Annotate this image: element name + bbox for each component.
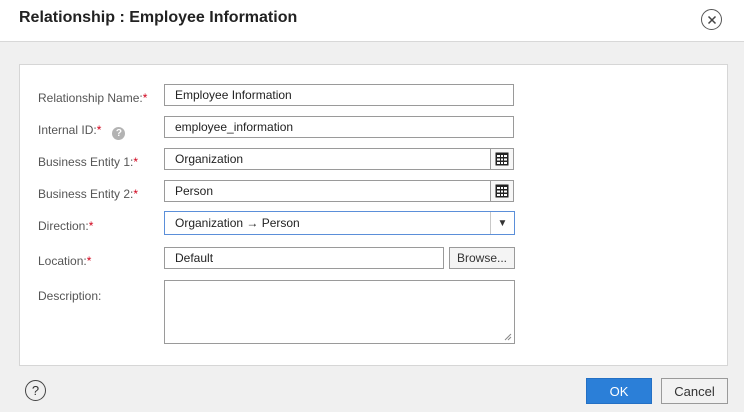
direction-select[interactable]: Organization → Person ▼ [164,211,515,235]
required-marker: * [96,123,102,137]
browse-button[interactable]: Browse... [449,247,515,269]
close-icon [707,15,716,24]
required-marker: * [133,187,139,201]
required-marker: * [142,91,148,105]
direction-selected-value: Organization → Person [175,216,300,230]
internal-id-label: Internal ID:*? [38,123,126,140]
relationship-name-input[interactable]: Employee Information [164,84,514,106]
direction-label: Direction:* [38,219,94,233]
business-entity-1-input[interactable]: Organization [164,148,491,170]
dialog-header: Relationship : Employee Information [0,0,744,42]
relationship-name-label: Relationship Name:* [38,91,148,105]
help-button[interactable]: ? [25,380,46,401]
required-marker: * [88,219,94,233]
dialog-title: Relationship : Employee Information [19,9,298,26]
internal-id-input[interactable]: employee_information [164,116,514,138]
business-entity-2-label: Business Entity 2:* [38,187,139,201]
description-label: Description: [38,289,102,303]
ok-button[interactable]: OK [586,378,652,404]
business-entity-1-lookup-button[interactable] [490,148,514,170]
location-label: Location:* [38,254,92,268]
close-button[interactable] [701,9,722,30]
business-entity-2-lookup-button[interactable] [490,180,514,202]
lookup-grid-icon [495,152,509,166]
cancel-button[interactable]: Cancel [661,378,728,404]
business-entity-1-label: Business Entity 1:* [38,155,139,169]
lookup-grid-icon [495,184,509,198]
required-marker: * [133,155,139,169]
description-textarea[interactable] [164,280,515,344]
resize-grip-icon[interactable] [504,333,512,341]
required-marker: * [86,254,92,268]
chevron-down-icon[interactable]: ▼ [490,212,514,234]
business-entity-2-input[interactable]: Person [164,180,491,202]
location-input[interactable]: Default [164,247,444,269]
help-icon[interactable]: ? [112,127,126,140]
